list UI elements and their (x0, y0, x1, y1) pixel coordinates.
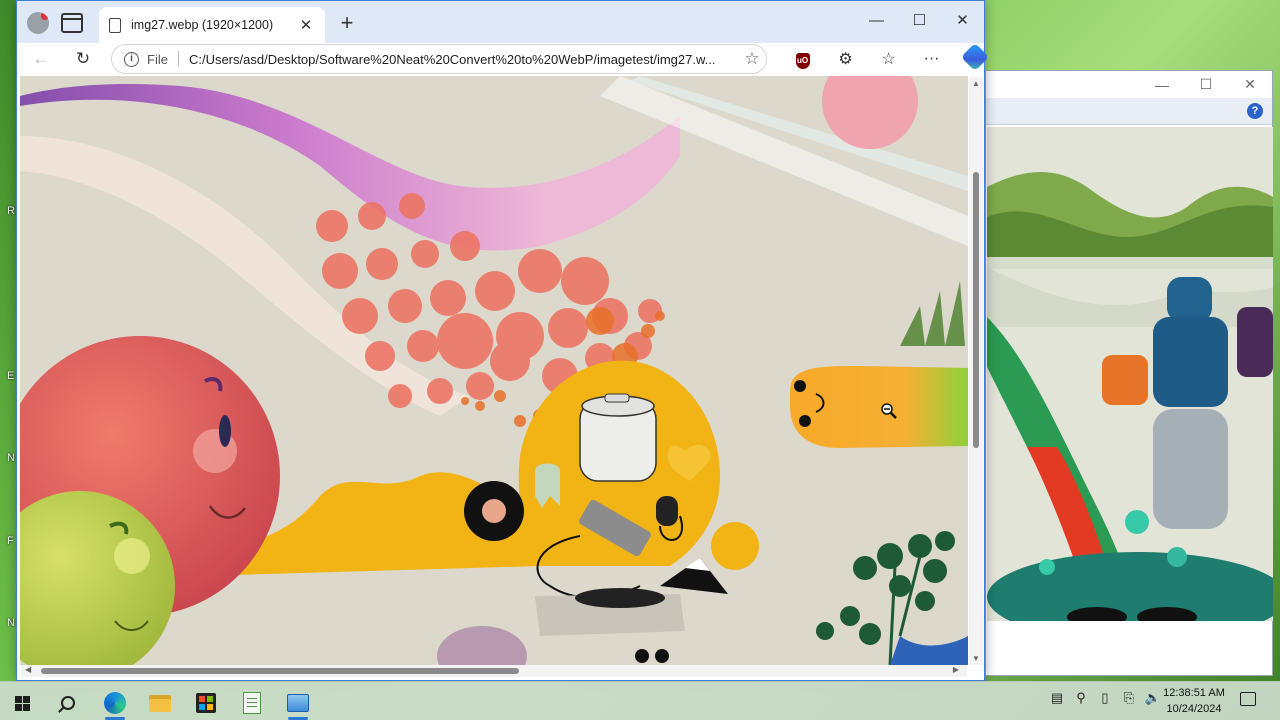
start-button[interactable] (2, 686, 42, 720)
maximize-button[interactable]: ☐ (898, 1, 941, 41)
url-text[interactable]: C:/Users/asd/Desktop/Software%20Neat%20C… (189, 52, 738, 67)
desktop-icon-label: E (7, 370, 15, 382)
navigation-bar: ← ↻ i File C:/Users/asd/Desktop/Software… (17, 42, 989, 75)
store-icon (196, 693, 216, 713)
horizontal-scrollbar[interactable]: ◀ ▶ (21, 665, 967, 677)
search-icon (61, 696, 75, 710)
tab-title: img27.webp (1920×1200) (131, 18, 274, 32)
copilot-icon[interactable] (953, 42, 996, 72)
folder-icon (149, 694, 171, 712)
reload-button[interactable]: ↻ (67, 45, 99, 73)
vertical-scrollbar[interactable]: ▲ ▼ (969, 77, 983, 665)
image-viewer-icon (287, 694, 309, 712)
scroll-left-icon[interactable]: ◀ (25, 665, 31, 674)
taskbar-notepad[interactable] (232, 686, 272, 720)
scroll-up-icon[interactable]: ▲ (972, 79, 980, 88)
viewer-toolbar: ? (986, 98, 1272, 125)
taskbar-search-button[interactable] (48, 686, 88, 720)
taskbar-edge[interactable] (95, 686, 135, 720)
tab-actions-icon[interactable] (61, 13, 83, 33)
viewer-image (987, 127, 1273, 621)
divider (177, 51, 179, 67)
desktop-icon-label: R (7, 205, 15, 217)
vertical-scroll-thumb[interactable] (973, 172, 979, 448)
ublock-extension-icon[interactable]: uO (781, 50, 824, 69)
taskbar: ▤ ⚲ ▯ ⎘ 🔈 12:38:51 AM 10/24/2024 (0, 681, 1280, 720)
help-icon[interactable]: ? (1247, 103, 1263, 119)
page-icon (109, 17, 121, 33)
minimize-button[interactable]: — (855, 1, 898, 41)
clock[interactable]: 12:38:51 AM 10/24/2024 (1155, 685, 1233, 717)
tab-img27[interactable]: img27.webp (1920×1200) ✕ (99, 7, 325, 43)
new-tab-button[interactable]: + (335, 10, 359, 36)
desktop-icon-label: N (7, 617, 15, 629)
browser-window[interactable]: img27.webp (1920×1200) ✕ + — ☐ ✕ ← ↻ i F… (16, 0, 989, 681)
taskbar-store[interactable] (186, 686, 226, 720)
scroll-right-icon[interactable]: ▶ (953, 665, 959, 674)
edge-icon (104, 692, 126, 714)
horizontal-scroll-thumb[interactable] (41, 668, 519, 674)
clock-date: 10/24/2024 (1166, 703, 1222, 715)
extensions-icon[interactable]: ⚙ (824, 49, 867, 69)
viewer-titlebar[interactable]: — ☐ ✕ (986, 71, 1272, 98)
notification-icon[interactable] (1240, 692, 1256, 706)
image-content[interactable] (20, 76, 968, 665)
back-button[interactable]: ← (25, 45, 57, 73)
tab-close-icon[interactable]: ✕ (297, 16, 315, 34)
viewer-minimize-button[interactable]: — (1140, 77, 1184, 93)
desktop-icon-label: N (7, 452, 15, 464)
tray-app-icon[interactable]: ▤ (1048, 690, 1066, 706)
tray-search-icon[interactable]: ⚲ (1072, 690, 1090, 706)
viewer-maximize-button[interactable]: ☐ (1184, 76, 1228, 93)
taskbar-file-explorer[interactable] (140, 686, 180, 720)
tab-strip: img27.webp (1920×1200) ✕ + — ☐ ✕ (17, 1, 984, 43)
network-icon[interactable]: ⎘ (1120, 690, 1138, 706)
clock-time: 12:38:51 AM (1163, 687, 1225, 699)
scheme-label: File (147, 51, 168, 67)
system-tray: ▤ ⚲ ▯ ⎘ 🔈 (1048, 690, 1162, 706)
windows-icon (14, 695, 30, 711)
info-icon[interactable]: i (124, 51, 139, 67)
image-viewer-window[interactable]: — ☐ ✕ ? (985, 70, 1273, 676)
scroll-down-icon[interactable]: ▼ (972, 654, 980, 663)
notepad-icon (243, 692, 261, 714)
close-button[interactable]: ✕ (941, 1, 984, 41)
favorites-icon[interactable]: ☆ (867, 49, 910, 69)
profile-avatar-icon[interactable] (27, 12, 49, 34)
address-bar[interactable]: i File C:/Users/asd/Desktop/Software%20N… (111, 44, 767, 74)
favorite-star-icon[interactable]: ☆ (738, 49, 766, 69)
taskbar-image-viewer[interactable] (278, 686, 318, 720)
more-menu-icon[interactable]: ··· (910, 50, 953, 68)
viewer-close-button[interactable]: ✕ (1228, 76, 1272, 93)
battery-icon[interactable]: ▯ (1096, 690, 1114, 706)
desktop-icon-label: F (7, 535, 14, 547)
